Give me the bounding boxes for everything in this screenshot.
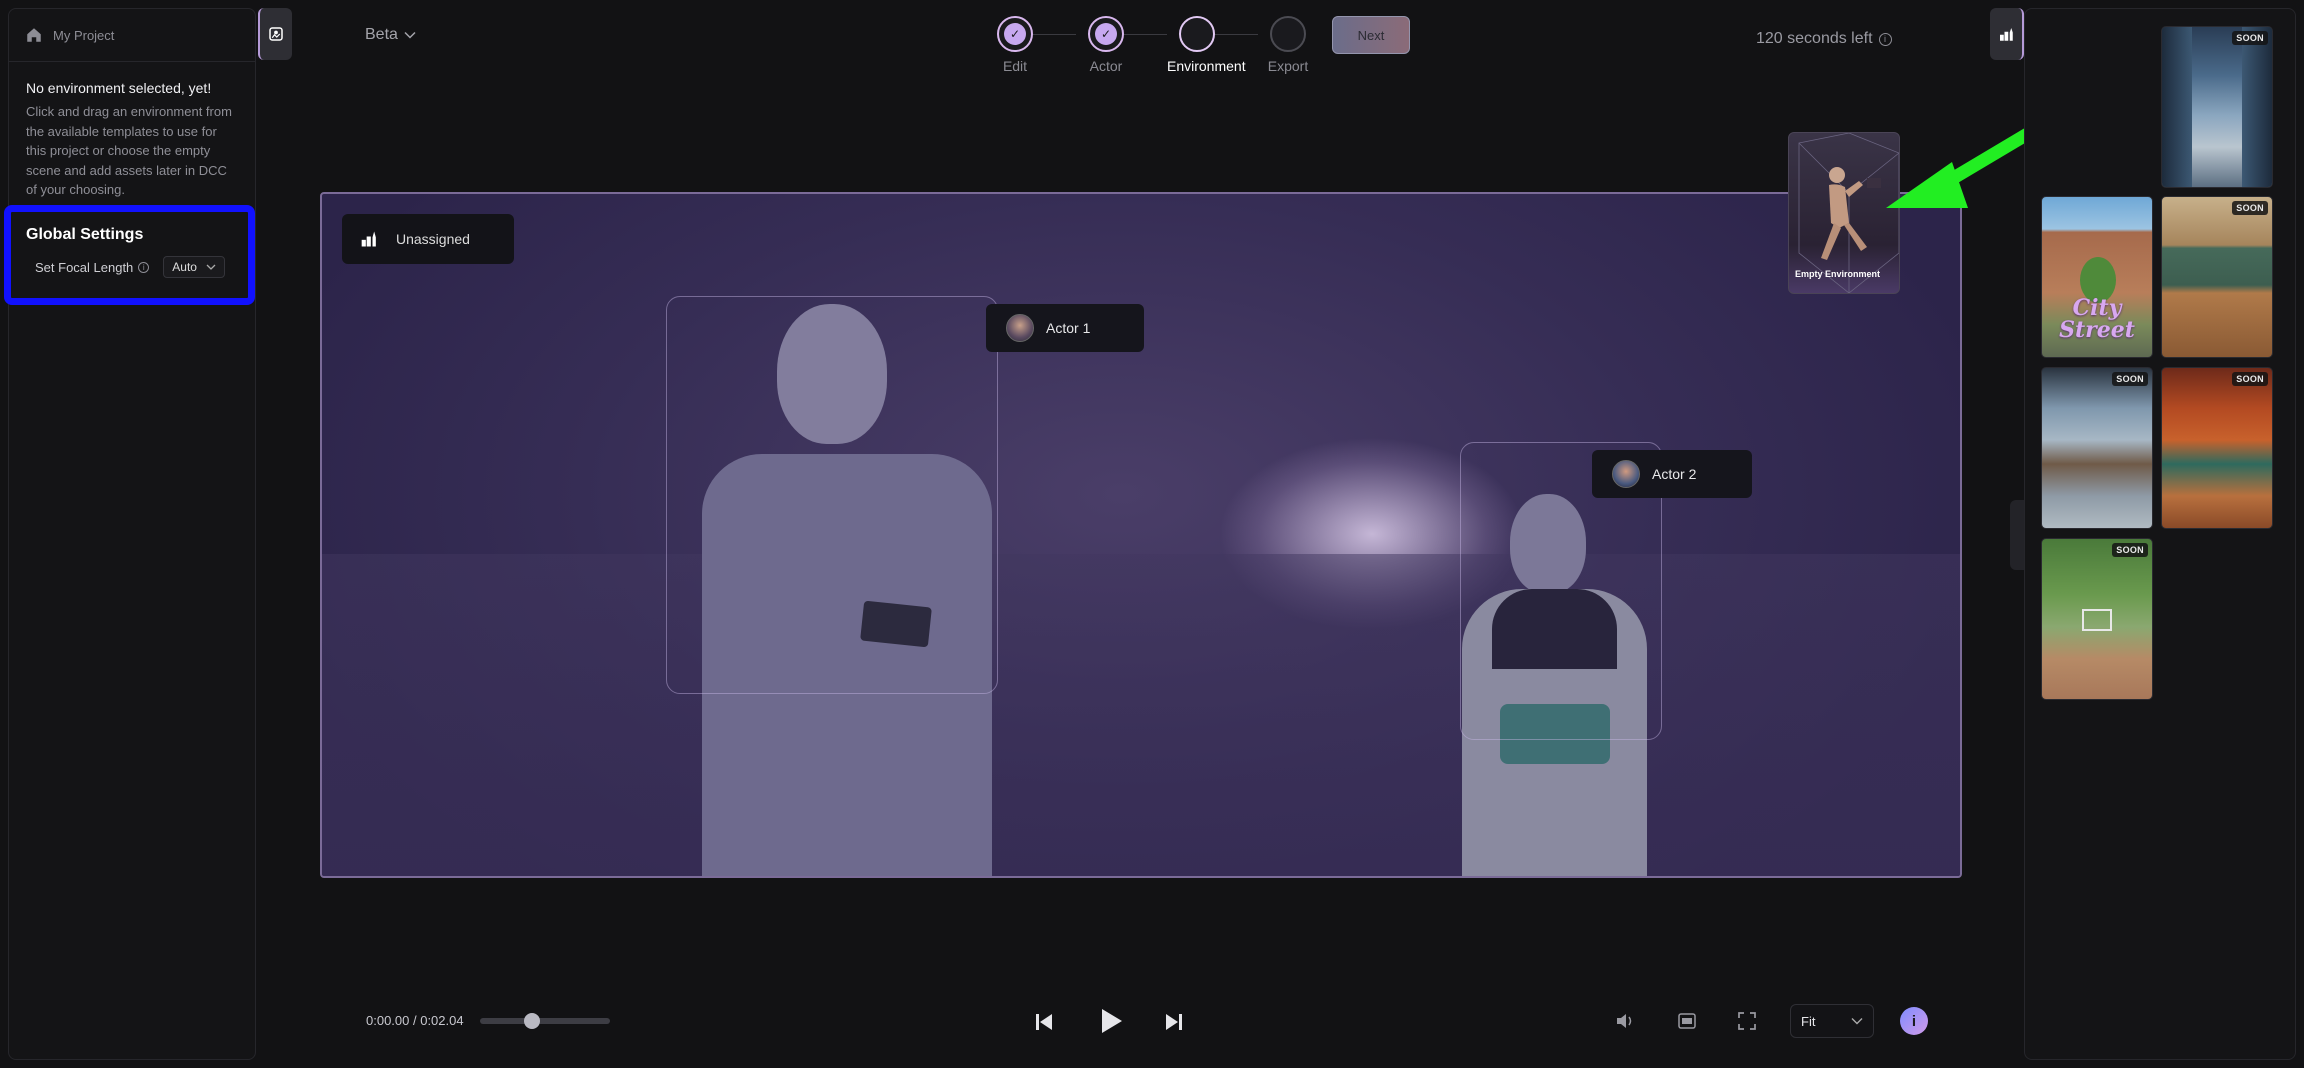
- step-export[interactable]: Export: [1258, 16, 1318, 74]
- basketball-hoop: [2082, 609, 2112, 631]
- captions-icon: [1678, 1013, 1696, 1029]
- fullscreen-button[interactable]: [1734, 1008, 1760, 1034]
- actor-1-label: Actor 1: [1046, 320, 1091, 336]
- no-env-title: No environment selected, yet!: [26, 80, 212, 96]
- video-viewport[interactable]: Unassigned Actor 1 Actor 2: [320, 192, 1962, 878]
- step-actor[interactable]: ✓ Actor: [1076, 16, 1136, 74]
- info-icon[interactable]: i: [138, 261, 150, 273]
- version-label: Beta: [365, 26, 398, 43]
- time-remaining: 120 seconds left i: [1756, 30, 1892, 48]
- view-mode-value: Fit: [1801, 1013, 1816, 1029]
- step-environment[interactable]: Environment: [1167, 16, 1246, 74]
- chevron-down-icon: [206, 264, 216, 270]
- actor-1-tag[interactable]: Actor 1: [986, 304, 1144, 352]
- project-name: My Project: [53, 27, 115, 43]
- soon-badge: SOON: [2232, 201, 2268, 215]
- left-panel-toggle[interactable]: [258, 8, 292, 60]
- skip-forward-button[interactable]: [1160, 1008, 1188, 1036]
- global-settings-highlight: Global Settings Set Focal Length i Auto: [4, 205, 255, 305]
- right-panel-toggle[interactable]: [1990, 8, 2024, 60]
- skip-forward-icon: [1166, 1014, 1182, 1030]
- volume-button[interactable]: [1612, 1008, 1638, 1034]
- environment-message: No environment selected, yet! Click and …: [9, 62, 255, 200]
- view-mode-select[interactable]: Fit: [1790, 1004, 1874, 1038]
- timeline-scrubber[interactable]: [480, 1013, 610, 1029]
- avatar: [1612, 460, 1640, 488]
- play-icon: [1102, 1009, 1122, 1033]
- step-export-circle: [1270, 16, 1306, 52]
- step-environment-circle: [1179, 16, 1215, 52]
- focal-length-value: Auto: [172, 260, 197, 274]
- environment-card-city-street[interactable]: City Street: [2041, 196, 2153, 358]
- empty-environment-label: Empty Environment: [1795, 269, 1881, 279]
- workflow-stepper: ✓ Edit ✓ Actor Environment Export: [985, 16, 1308, 80]
- environment-templates-panel: SOON City Street SOON SOON SOON SOON: [2024, 8, 2296, 1060]
- scene-icon: [269, 27, 283, 41]
- environment-icon: [361, 231, 376, 247]
- actor-1-bounding-box[interactable]: [666, 296, 998, 694]
- avatar: [1006, 314, 1034, 342]
- playback-time: 0:00.00 / 0:02.04: [366, 1013, 464, 1028]
- home-icon: [27, 28, 41, 42]
- unassigned-label: Unassigned: [396, 231, 470, 247]
- captions-button[interactable]: [1674, 1008, 1700, 1034]
- step-export-label: Export: [1267, 58, 1309, 74]
- skip-back-button[interactable]: [1030, 1008, 1058, 1036]
- step-environment-label: Environment: [1167, 58, 1246, 74]
- soon-badge: SOON: [2112, 372, 2148, 386]
- left-sidebar: My Project No environment selected, yet!…: [4, 8, 256, 1060]
- step-edit[interactable]: ✓ Edit: [985, 16, 1045, 74]
- hallway-wall: [2162, 27, 2192, 187]
- step-actor-circle: ✓: [1088, 16, 1124, 52]
- check-icon: ✓: [1004, 23, 1026, 45]
- environment-card-basketball-court[interactable]: SOON: [2041, 538, 2153, 700]
- skip-back-icon: [1036, 1014, 1052, 1030]
- soon-badge: SOON: [2232, 31, 2268, 45]
- info-icon[interactable]: i: [1878, 32, 1892, 46]
- check-icon: ✓: [1095, 23, 1117, 45]
- actor-2-tag[interactable]: Actor 2: [1592, 450, 1752, 498]
- global-settings-title: Global Settings: [26, 226, 144, 243]
- fullscreen-icon: [1738, 1012, 1756, 1030]
- hallway-wall: [2242, 27, 2272, 187]
- ground: [322, 554, 1960, 876]
- soon-badge: SOON: [2112, 543, 2148, 557]
- chevron-down-icon: [1851, 1018, 1863, 1025]
- timer-text: 120 seconds left: [1756, 30, 1873, 47]
- soon-badge: SOON: [2232, 372, 2268, 386]
- next-button[interactable]: Next: [1332, 16, 1410, 54]
- info-button[interactable]: i: [1900, 1007, 1928, 1035]
- focal-length-select[interactable]: Auto: [163, 256, 226, 278]
- right-panel-collapse-handle[interactable]: [2010, 500, 2024, 570]
- focal-length-label: Set Focal Length: [35, 259, 134, 275]
- step-edit-label: Edit: [1002, 58, 1028, 74]
- step-actor-label: Actor: [1089, 58, 1123, 74]
- city-street-title: City Street: [2059, 295, 2135, 343]
- actor-2-label: Actor 2: [1652, 466, 1697, 482]
- environment-card-warehouse[interactable]: SOON: [2041, 367, 2153, 529]
- version-dropdown[interactable]: Beta: [365, 26, 416, 44]
- scrubber-knob[interactable]: [524, 1013, 540, 1029]
- chevron-down-icon: [404, 31, 416, 39]
- play-button[interactable]: [1094, 1004, 1128, 1038]
- environment-card-cafe[interactable]: SOON: [2161, 367, 2273, 529]
- unassigned-slot[interactable]: Unassigned: [342, 214, 514, 264]
- environment-card-hallway[interactable]: SOON: [2161, 26, 2273, 188]
- project-header[interactable]: My Project: [9, 9, 255, 62]
- focal-length-row: Set Focal Length i Auto: [26, 256, 233, 278]
- no-env-description: Click and drag an environment from the a…: [26, 104, 232, 197]
- environment-icon: [2000, 28, 2013, 41]
- step-edit-circle: ✓: [997, 16, 1033, 52]
- environment-card-classroom[interactable]: SOON: [2161, 196, 2273, 358]
- volume-icon: [1617, 1014, 1632, 1028]
